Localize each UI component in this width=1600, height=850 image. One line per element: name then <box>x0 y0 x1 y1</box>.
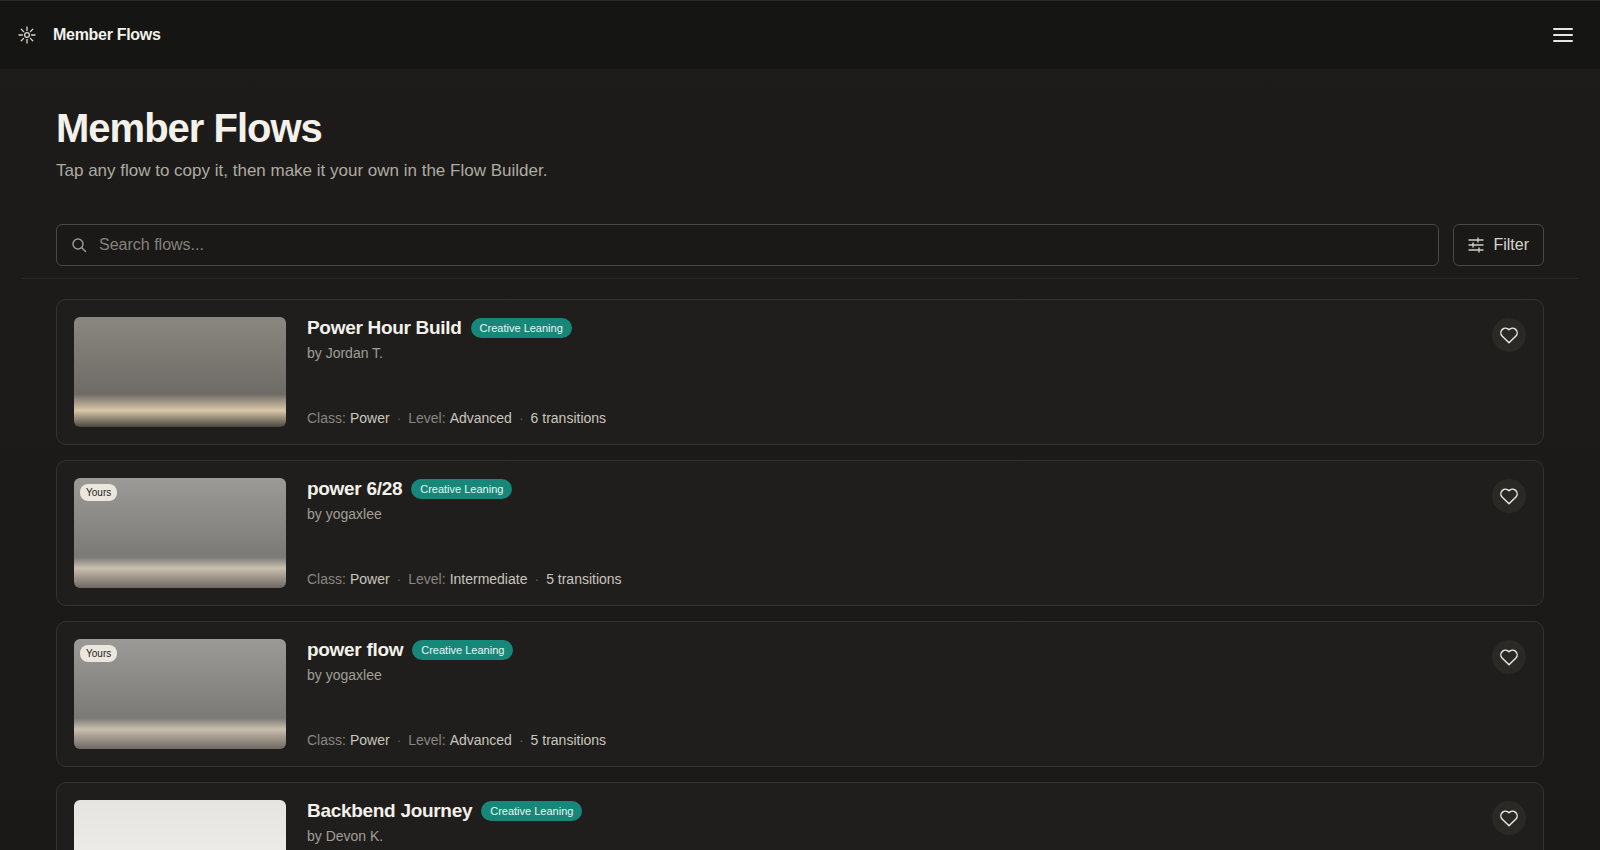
flow-tag: Creative Leaning <box>471 318 572 338</box>
flow-meta: Class:Power·Level:Advanced·6 transitions <box>307 410 1471 427</box>
flow-title: Backbend Journey <box>307 800 472 822</box>
page-intro: Member Flows Tap any flow to copy it, the… <box>0 69 1600 183</box>
flow-list: Power Hour Build Creative Leaning by Jorda… <box>56 299 1544 850</box>
yours-badge: Yours <box>80 484 117 501</box>
search-field[interactable] <box>56 224 1439 266</box>
brand-title: Member Flows <box>53 26 161 44</box>
flow-card[interactable]: Yours power 6/28 Creative Leaning by yogaxl… <box>56 460 1544 606</box>
flow-tag: Creative Leaning <box>411 479 512 499</box>
sliders-icon <box>1468 237 1484 253</box>
flow-card[interactable]: Backbend Journey Creative Leaning by Devon… <box>56 782 1544 850</box>
flow-info: power flow Creative Leaning by yogaxlee Cla… <box>307 639 1471 749</box>
flow-thumbnail <box>74 800 286 850</box>
flow-tag: Creative Leaning <box>412 640 513 660</box>
flow-thumbnail: Yours <box>74 639 286 749</box>
favorite-button[interactable] <box>1492 479 1526 513</box>
favorite-button[interactable] <box>1492 801 1526 835</box>
heart-icon <box>1499 809 1519 827</box>
logo-icon <box>18 26 36 44</box>
search-strip: Filter <box>22 212 1578 279</box>
yours-badge: Yours <box>80 645 117 662</box>
flow-info: Backbend Journey Creative Leaning by Devon… <box>307 800 1471 850</box>
heart-icon <box>1499 487 1519 505</box>
flow-title: Power Hour Build <box>307 317 462 339</box>
page-subtitle: Tap any flow to copy it, then make it yo… <box>56 159 1544 183</box>
flow-info: Power Hour Build Creative Leaning by Jorda… <box>307 317 1471 427</box>
flow-title: power 6/28 <box>307 478 402 500</box>
flow-title: power flow <box>307 639 403 661</box>
flow-author: by Jordan T. <box>307 345 1471 361</box>
flow-info: power 6/28 Creative Leaning by yogaxlee Cla… <box>307 478 1471 588</box>
heart-icon <box>1499 326 1519 344</box>
flow-card[interactable]: Yours power flow Creative Leaning by yogaxl… <box>56 621 1544 767</box>
flow-thumbnail: Yours <box>74 478 286 588</box>
favorite-button[interactable] <box>1492 640 1526 674</box>
hamburger-menu-icon[interactable] <box>1552 26 1574 44</box>
flow-author: by yogaxlee <box>307 667 1471 683</box>
flow-card[interactable]: Power Hour Build Creative Leaning by Jorda… <box>56 299 1544 445</box>
page-title: Member Flows <box>56 104 1544 152</box>
heart-icon <box>1499 648 1519 666</box>
flow-meta: Class:Power·Level:Intermediate·5 transit… <box>307 571 1471 588</box>
app: Member Flows Member Flows Tap any flow to … <box>0 0 1600 850</box>
filter-label: Filter <box>1493 236 1529 254</box>
search-icon <box>71 237 87 253</box>
top-bar: Member Flows <box>0 0 1600 69</box>
search-input[interactable] <box>97 235 1424 255</box>
flow-thumbnail <box>74 317 286 427</box>
flow-meta: Class:Power·Level:Advanced·5 transitions <box>307 732 1471 749</box>
flow-author: by Devon K. <box>307 828 1471 844</box>
brand[interactable]: Member Flows <box>18 26 161 44</box>
flow-author: by yogaxlee <box>307 506 1471 522</box>
favorite-button[interactable] <box>1492 318 1526 352</box>
flow-tag: Creative Leaning <box>481 801 582 821</box>
filter-button[interactable]: Filter <box>1453 224 1544 266</box>
